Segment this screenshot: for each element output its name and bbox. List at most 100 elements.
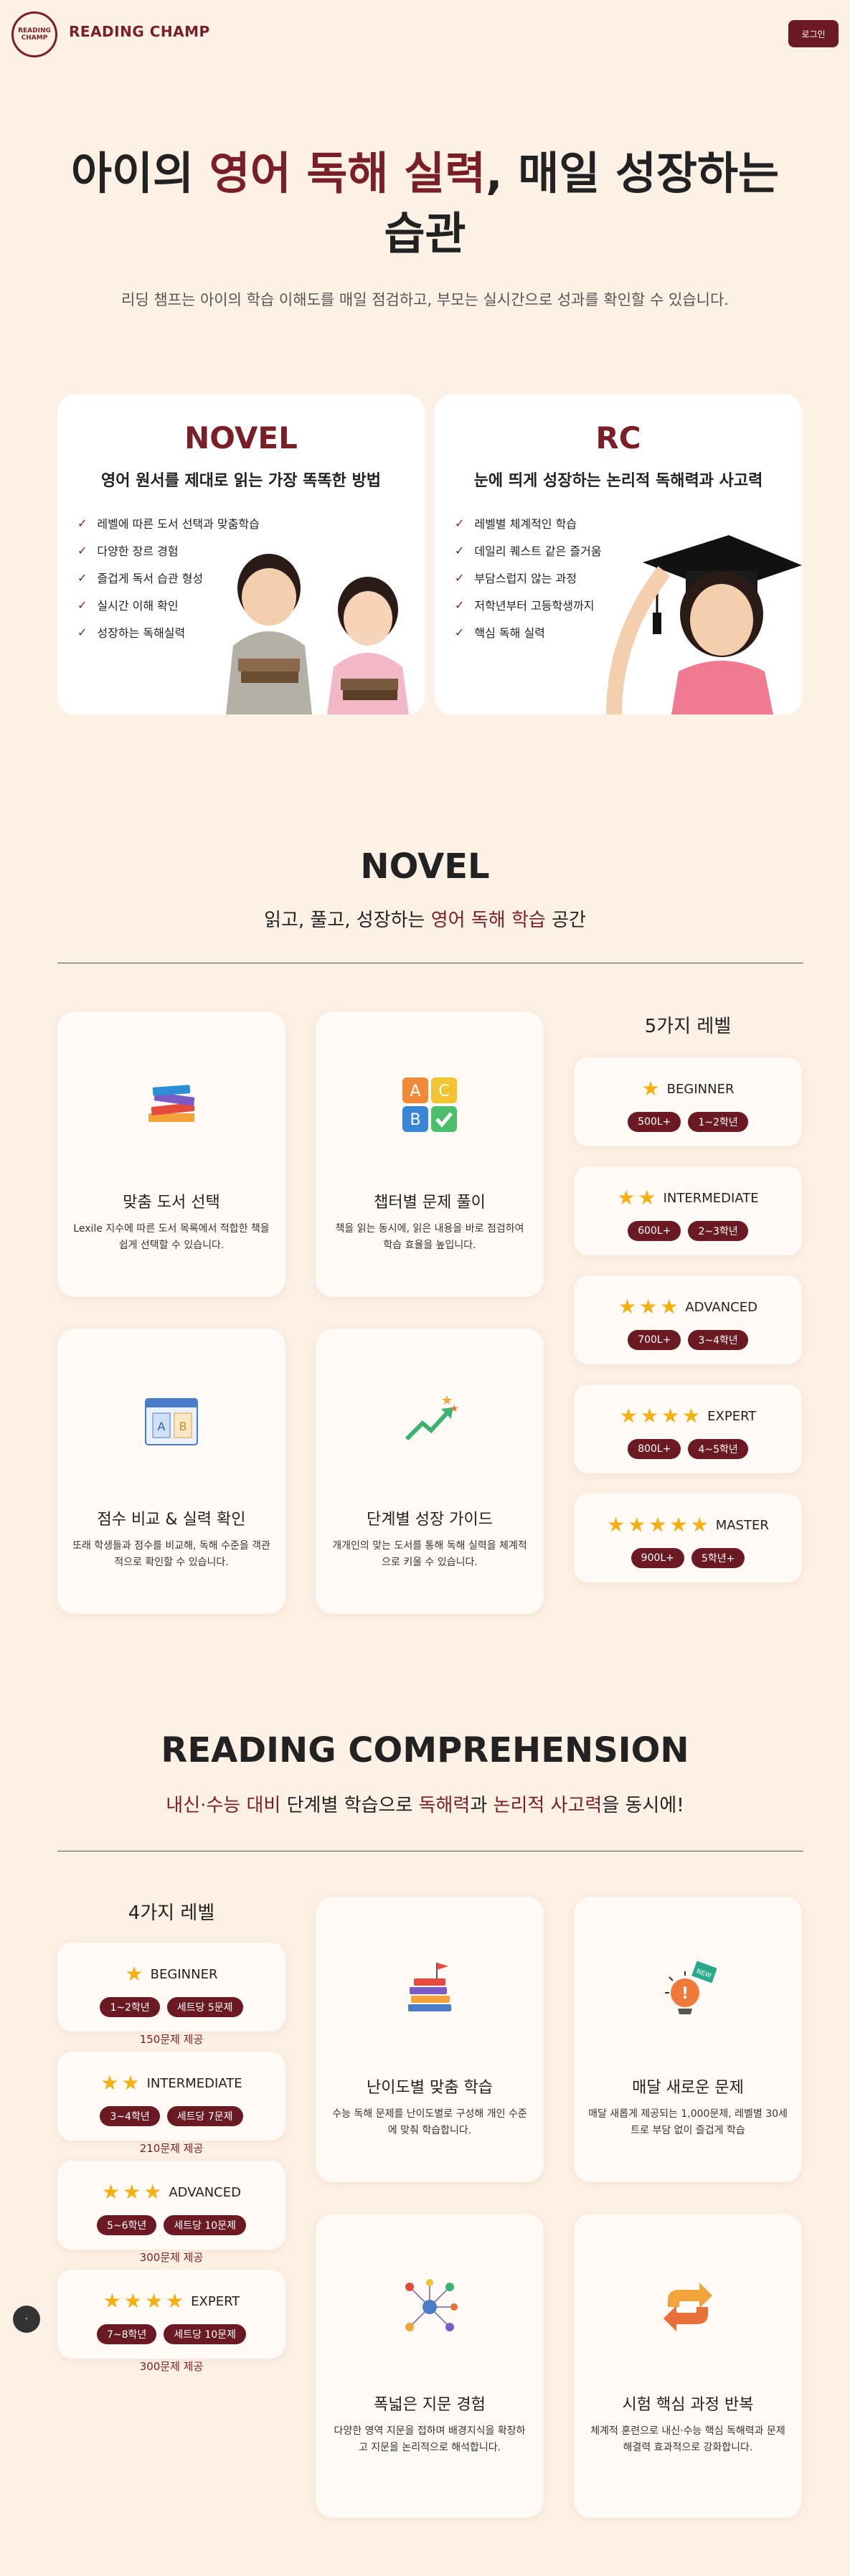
feature-title: 난이도별 맞춤 학습 xyxy=(367,2079,493,2097)
novel-levels-title: 5가지 레벨 xyxy=(644,1016,732,1037)
hero-title: 아이의 영어 독해 실력, 매일 성장하는 습관 xyxy=(43,143,807,264)
rc-feature-card-repeat[interactable]: 시험 핵심 과정 반복 체계적 훈련으로 내신·수능 핵심 독해력과 문제 해결… xyxy=(574,2214,802,2518)
repeat-arrows-icon xyxy=(659,2278,717,2336)
level-name: EXPERT xyxy=(191,2293,240,2309)
level-name: BEGINNER xyxy=(666,1081,735,1097)
level-name: BEGINNER xyxy=(150,1966,218,1982)
star-icon: ★ xyxy=(682,1404,701,1428)
rc-feature-card-level-learning[interactable]: 난이도별 맞춤 학습 수능 독해 문제를 난이도별로 구성해 개인 수준에 맞춰… xyxy=(316,1897,544,2182)
level-card-expert[interactable]: ★ ★ ★ ★ EXPERT 800L+ 4~5학년 xyxy=(574,1384,802,1473)
svg-text:★: ★ xyxy=(450,1403,458,1415)
feature-desc: 다양한 영역 지문을 접하며 배경지식을 확장하고 지문을 논리적으로 해석합니… xyxy=(334,2425,526,2453)
check-icon: ✓ xyxy=(77,543,88,557)
grade-badge: 3~4학년 xyxy=(100,2106,160,2126)
check-icon: ✓ xyxy=(455,543,465,557)
feature-title: 챕터별 문제 풀이 xyxy=(374,1194,486,1212)
rc-level-card-expert[interactable]: ★ ★ ★ ★ EXPERT 7~8학년 세트당 10문제 300문제 제공 xyxy=(57,2270,285,2373)
star-icon: ★ xyxy=(100,2071,119,2095)
header: READING CHAMP READING CHAMP 로그인 xyxy=(0,0,850,69)
new-alert-icon: ! NEW xyxy=(659,1961,717,2019)
feature-desc: 개개인의 맞는 도서를 통해 독해 실력을 체계적으로 키울 수 있습니다. xyxy=(332,1540,527,1568)
level-name: ADVANCED xyxy=(169,2184,241,2200)
star-icon: ★ xyxy=(125,1962,143,1986)
feature-title: 폭넓은 지문 경험 xyxy=(374,2396,486,2414)
feature-desc: 매달 새롭게 제공되는 1,000문제, 레벨별 30세트로 부담 없이 즐겁게… xyxy=(588,2108,788,2136)
hero-title-highlight: 영어 독해 실력 xyxy=(209,147,486,199)
svg-text:B: B xyxy=(410,1111,420,1129)
level-card-master[interactable]: ★ ★ ★ ★ ★ MASTER 900L+ 5학년+ xyxy=(574,1494,802,1582)
set-badge: 세트당 7문제 xyxy=(166,2106,243,2126)
check-icon: ✓ xyxy=(455,598,465,612)
rc-level-card-advanced[interactable]: ★ ★ ★ ADVANCED 5~6학년 세트당 10문제 300문제 제공 xyxy=(57,2161,285,2264)
problem-count: 300문제 제공 xyxy=(139,2360,204,2373)
list-item: ✓ 데일리 퀘스트 같은 즐거움 xyxy=(455,543,602,559)
novel-card-title: NOVEL xyxy=(184,420,298,456)
star-icon: ★ xyxy=(618,1295,637,1318)
rc-levels-title: 4가지 레벨 xyxy=(128,1902,215,1924)
logo[interactable]: READING CHAMP xyxy=(11,11,57,57)
stacked-books-flag-icon xyxy=(401,1961,458,2019)
problem-count: 300문제 제공 xyxy=(139,2251,204,2264)
rc-section-subtitle: 내신·수능 대비 단계별 학습으로 독해력과 논리적 사고력을 동시에! xyxy=(166,1795,684,1816)
rc-feature-card-passages[interactable]: 폭넓은 지문 경험 다양한 영역 지문을 접하며 배경지식을 확장하고 지문을 … xyxy=(316,2214,544,2518)
feature-desc: 책을 읽는 동시에, 읽은 내용을 바로 점검하여 학습 효율을 높입니다. xyxy=(335,1223,524,1251)
feature-card-book-select[interactable]: 맞춤 도서 선택 Lexile 지수에 따른 도서 목록에서 적합한 책을 쉽게… xyxy=(57,1011,285,1297)
star-icon: ★ xyxy=(661,1404,680,1428)
hero-subtitle: 리딩 챔프는 아이의 학습 이해도를 매일 점검하고, 부모는 실시간으로 성과… xyxy=(121,291,729,308)
feature-card-score-compare[interactable]: AB 점수 비교 & 실력 확인 또래 학생들과 점수를 비교해, 독해 수준을… xyxy=(57,1329,285,1614)
list-item: ✓ 레벨에 따른 도서 선택과 맞춤학습 xyxy=(77,516,260,532)
list-item: ✓ 레벨별 체계적인 학습 xyxy=(455,516,577,532)
rc-feature-list: ✓ 레벨별 체계적인 학습 ✓ 데일리 퀘스트 같은 즐거움 ✓ 부담스럽지 않는 과… xyxy=(455,509,602,646)
list-item: ✓ 핵심 독해 실력 xyxy=(455,625,545,641)
level-card-beginner[interactable]: ★ BEGINNER 500L+ 1~2학년 xyxy=(574,1057,802,1146)
login-button[interactable]: 로그인 xyxy=(788,20,839,47)
novel-card-subtitle: 영어 원서를 제대로 읽는 가장 똑똑한 방법 xyxy=(100,472,382,490)
star-icon: ★ xyxy=(690,1513,709,1537)
list-item: ✓ 저학년부터 고등학생까지 xyxy=(455,598,595,613)
novel-program-card[interactable]: NOVEL 영어 원서를 제대로 읽는 가장 똑똑한 방법 ✓ 레벨에 따른 도서… xyxy=(57,395,425,714)
feature-desc: 체계적 훈련으로 내신·수능 핵심 독해력과 문제 해결력 효과적으로 강화합니… xyxy=(590,2425,785,2453)
level-name: EXPERT xyxy=(707,1408,757,1424)
score-compare-icon: AB xyxy=(143,1393,200,1450)
star-icon: ★ xyxy=(102,2180,121,2204)
feature-card-growth-guide[interactable]: ★ ★ 단계별 성장 가이드 개개인의 맞는 도서를 통해 독해 실력을 체계적으… xyxy=(316,1329,544,1614)
star-icon: ★ xyxy=(144,2289,164,2313)
score-badge: 700L+ xyxy=(628,1330,681,1350)
grade-badge: 4~5학년 xyxy=(688,1439,748,1459)
abc-blocks-icon: ACB xyxy=(401,1076,458,1133)
check-icon: ✓ xyxy=(455,570,465,585)
star-icon: ★ xyxy=(640,1404,658,1428)
feature-desc: Lexile 지수에 따른 도서 목록에서 적합한 책을 쉽게 선택할 수 있습… xyxy=(73,1223,270,1251)
check-icon: ✓ xyxy=(455,625,465,639)
check-icon: ✓ xyxy=(77,598,88,612)
rc-level-card-beginner[interactable]: ★ BEGINNER 1~2학년 세트당 5문제 150문제 제공 xyxy=(57,1943,285,2046)
svg-text:!: ! xyxy=(681,1985,689,2003)
floating-action-button[interactable]: · xyxy=(13,2306,40,2333)
grade-badge: 2~3학년 xyxy=(688,1221,748,1241)
network-icon xyxy=(401,2278,458,2336)
star-icon: ★ xyxy=(619,1404,638,1428)
rc-program-card[interactable]: RC 눈에 띄게 성장하는 논리적 독해력과 사고력 ✓ 레벨별 체계적인 학습 … xyxy=(435,395,802,714)
girl-graduation-cap-image xyxy=(606,535,802,714)
rc-level-card-intermediate[interactable]: ★ ★ INTERMEDIATE 3~4학년 세트당 7문제 210문제 제공 xyxy=(57,2052,285,2155)
logo-text: READING CHAMP xyxy=(18,27,51,42)
check-icon: ✓ xyxy=(77,570,88,585)
score-badge: 500L+ xyxy=(628,1112,681,1132)
level-card-intermediate[interactable]: ★ ★ INTERMEDIATE 600L+ 2~3학년 xyxy=(574,1166,802,1255)
level-card-advanced[interactable]: ★ ★ ★ ADVANCED 700L+ 3~4학년 xyxy=(574,1275,802,1364)
feature-card-chapter-quiz[interactable]: ACB 챕터별 문제 풀이 책을 읽는 동시에, 읽은 내용을 바로 점검하여 … xyxy=(316,1011,544,1297)
rc-card-title: RC xyxy=(595,420,641,456)
svg-text:A: A xyxy=(158,1420,166,1433)
set-badge: 세트당 10문제 xyxy=(164,2215,246,2235)
hero-title-pre: 아이의 xyxy=(70,147,209,199)
star-icon: ★ xyxy=(641,1077,660,1100)
check-icon: ✓ xyxy=(77,516,88,530)
score-badge: 800L+ xyxy=(628,1439,681,1459)
level-name: MASTER xyxy=(715,1517,769,1533)
set-badge: 세트당 10문제 xyxy=(164,2324,246,2344)
star-icon: ★ xyxy=(123,2289,142,2313)
brand-name[interactable]: READING CHAMP xyxy=(69,23,210,40)
rc-feature-card-monthly-problems[interactable]: ! NEW 매달 새로운 문제 매달 새롭게 제공되는 1,000문제, 레벨별 … xyxy=(574,1897,802,2182)
level-name: INTERMEDIATE xyxy=(146,2075,242,2091)
star-icon: ★ xyxy=(669,1513,688,1537)
